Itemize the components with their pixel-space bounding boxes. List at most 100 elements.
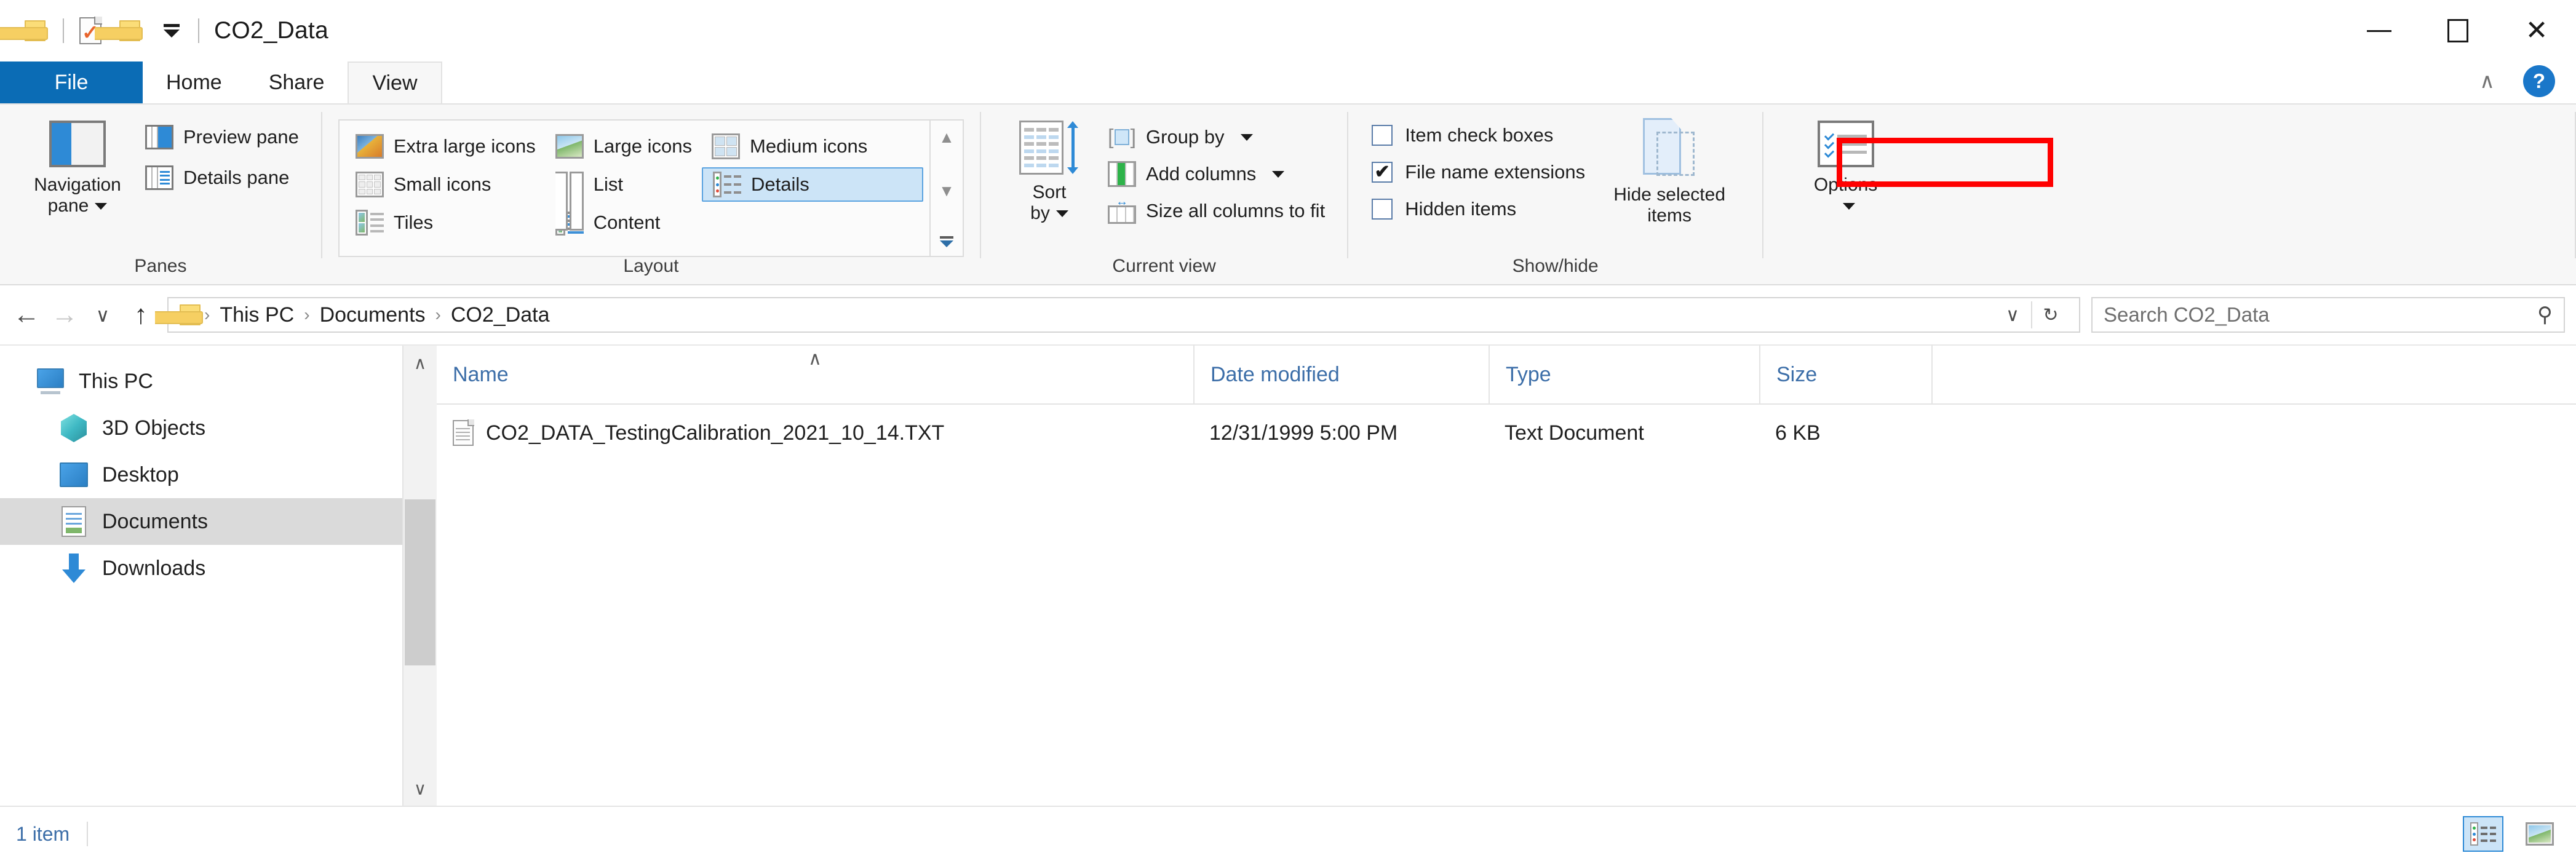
tiles-label: Tiles bbox=[393, 212, 434, 233]
address-dropdown-icon[interactable]: ∨ bbox=[1994, 297, 2031, 333]
address-breadcrumb-bar[interactable]: › This PC › Documents › CO2_Data ∨ ↻ bbox=[155, 297, 2080, 333]
preview-pane-button[interactable]: Preview pane bbox=[139, 121, 305, 154]
sidebar-item-label: Desktop bbox=[102, 462, 179, 486]
large-icons-view-toggle[interactable] bbox=[2519, 816, 2560, 852]
tab-view[interactable]: View bbox=[348, 62, 442, 103]
back-button[interactable]: ← bbox=[7, 296, 46, 334]
sidebar-item-3d-objects[interactable]: 3D Objects bbox=[0, 405, 437, 451]
tab-file[interactable]: File bbox=[0, 62, 143, 103]
column-header-name[interactable]: ∧ Name bbox=[437, 345, 1193, 404]
layout-medium-icons[interactable]: Medium icons bbox=[702, 129, 923, 164]
sidebar-item-this-pc[interactable]: This PC bbox=[0, 358, 437, 405]
search-input[interactable]: Search CO2_Data bbox=[2104, 303, 2537, 327]
small-icons-icon bbox=[355, 172, 384, 197]
scroll-up-icon[interactable]: ∧ bbox=[403, 346, 437, 380]
layout-tiles[interactable]: Tiles bbox=[346, 205, 546, 240]
sort-ascending-icon: ∧ bbox=[808, 349, 822, 369]
breadcrumb-this-pc[interactable]: This PC bbox=[211, 303, 303, 327]
file-type-cell: Text Document bbox=[1505, 421, 1644, 445]
scrollbar-thumb[interactable] bbox=[405, 499, 435, 665]
preview-pane-icon bbox=[145, 125, 173, 149]
help-icon[interactable]: ? bbox=[2523, 65, 2555, 97]
file-name-extensions-checkbox[interactable]: ✔ bbox=[1372, 162, 1393, 183]
customize-dropdown-icon[interactable] bbox=[151, 10, 192, 51]
status-divider bbox=[87, 822, 89, 846]
sidebar-item-desktop[interactable]: Desktop bbox=[0, 451, 437, 498]
options-button[interactable]: Options bbox=[1779, 114, 1912, 216]
gallery-scroll-up-icon[interactable]: ▲ bbox=[939, 129, 955, 145]
breadcrumb-separator[interactable]: › bbox=[203, 305, 211, 325]
navigation-pane-label: Navigation pane bbox=[34, 175, 121, 216]
quick-access-toolbar: ✓ CO2_Data bbox=[0, 10, 328, 51]
breadcrumb-documents[interactable]: Documents bbox=[311, 303, 434, 327]
group-by-icon: [] bbox=[1108, 125, 1137, 149]
add-columns-label: Add columns bbox=[1146, 163, 1257, 184]
large-icons-view-icon bbox=[2526, 822, 2554, 846]
add-columns-button[interactable]: Add columns bbox=[1102, 157, 1331, 191]
window-title: CO2_Data bbox=[214, 17, 328, 44]
layout-list[interactable]: List bbox=[546, 167, 702, 231]
file-name-extensions-option[interactable]: ✔ File name extensions bbox=[1364, 155, 1592, 189]
close-button[interactable]: ✕ bbox=[2497, 0, 2576, 62]
sidebar-item-downloads[interactable]: Downloads bbox=[0, 545, 437, 592]
hide-selected-items-button[interactable]: Hide selected items bbox=[1592, 114, 1746, 226]
new-folder-icon[interactable] bbox=[95, 10, 151, 51]
hidden-items-label: Hidden items bbox=[1405, 198, 1517, 220]
hidden-items-checkbox[interactable] bbox=[1372, 199, 1393, 220]
layout-small-icons[interactable]: Small icons bbox=[346, 167, 546, 202]
column-header-date-modified[interactable]: Date modified bbox=[1193, 345, 1489, 404]
desktop-icon bbox=[59, 460, 89, 490]
layout-details[interactable]: Details bbox=[702, 167, 924, 202]
sidebar-scrollbar[interactable]: ∧ ∨ bbox=[402, 346, 437, 806]
breadcrumb-separator[interactable]: › bbox=[303, 305, 311, 325]
breadcrumb-folder-icon[interactable] bbox=[155, 304, 203, 325]
up-button[interactable]: ↑ bbox=[122, 296, 160, 334]
sidebar-item-documents[interactable]: Documents bbox=[0, 498, 437, 545]
title-bar: ✓ CO2_Data ✕ bbox=[0, 0, 2576, 62]
sort-by-button[interactable]: Sort by bbox=[997, 114, 1102, 223]
search-box[interactable]: Search CO2_Data ⚲ bbox=[2091, 297, 2565, 333]
column-header-label: Date modified bbox=[1210, 362, 1340, 386]
hidden-items-option[interactable]: Hidden items bbox=[1364, 192, 1592, 226]
gallery-scroll-down-icon[interactable]: ▼ bbox=[939, 183, 955, 199]
details-view-toggle[interactable] bbox=[2463, 816, 2503, 852]
tab-share[interactable]: Share bbox=[245, 62, 348, 103]
maximize-button[interactable] bbox=[2419, 0, 2497, 62]
sidebar-item-label: 3D Objects bbox=[102, 416, 206, 440]
item-check-boxes-checkbox[interactable] bbox=[1372, 125, 1393, 146]
minimize-button[interactable] bbox=[2340, 0, 2419, 62]
ribbon-tab-strip: File Home Share View ∧ ? bbox=[0, 62, 2576, 103]
layout-large-icons[interactable]: Large icons bbox=[546, 129, 702, 164]
collapse-ribbon-icon[interactable]: ∧ bbox=[2479, 69, 2495, 93]
sidebar-item-label: This PC bbox=[79, 369, 153, 393]
item-check-boxes-option[interactable]: Item check boxes bbox=[1364, 118, 1592, 153]
details-label: Details bbox=[751, 173, 809, 195]
file-name-extensions-label: File name extensions bbox=[1405, 161, 1586, 183]
gallery-more-icon[interactable] bbox=[940, 236, 954, 247]
ribbon-group-show-hide: Item check boxes ✔ File name extensions … bbox=[1348, 105, 1762, 284]
details-pane-button[interactable]: Details pane bbox=[139, 161, 305, 194]
size-all-columns-button[interactable]: ↔ Size all columns to fit bbox=[1102, 194, 1331, 228]
details-pane-label: Details pane bbox=[183, 167, 290, 188]
column-header-type[interactable]: Type bbox=[1489, 345, 1759, 404]
folder-icon[interactable] bbox=[0, 10, 57, 51]
extra-large-icons-label: Extra large icons bbox=[393, 135, 536, 157]
scroll-down-icon[interactable]: ∨ bbox=[403, 771, 437, 806]
forward-button[interactable]: → bbox=[46, 296, 84, 334]
checkmark-icon: ✔ bbox=[1374, 162, 1390, 182]
breadcrumb-co2-data[interactable]: CO2_Data bbox=[442, 303, 559, 327]
search-icon[interactable]: ⚲ bbox=[2537, 303, 2553, 327]
navigation-pane-button[interactable]: Navigation pane bbox=[16, 114, 139, 216]
file-name-cell[interactable]: CO2_DATA_TestingCalibration_2021_10_14.T… bbox=[437, 405, 1193, 461]
details-view-icon bbox=[2470, 822, 2496, 846]
table-row[interactable]: CO2_DATA_TestingCalibration_2021_10_14.T… bbox=[437, 405, 2576, 461]
layout-extra-large-icons[interactable]: Extra large icons bbox=[346, 129, 546, 164]
sort-by-icon bbox=[1019, 121, 1079, 175]
tab-home[interactable]: Home bbox=[143, 62, 245, 103]
group-by-button[interactable]: [] Group by bbox=[1102, 121, 1331, 154]
breadcrumb-separator[interactable]: › bbox=[434, 305, 442, 325]
recent-locations-button[interactable]: ∨ bbox=[84, 296, 122, 334]
options-icon bbox=[1817, 121, 1874, 167]
column-header-size[interactable]: Size bbox=[1759, 345, 1931, 404]
refresh-icon[interactable]: ↻ bbox=[2032, 297, 2069, 333]
